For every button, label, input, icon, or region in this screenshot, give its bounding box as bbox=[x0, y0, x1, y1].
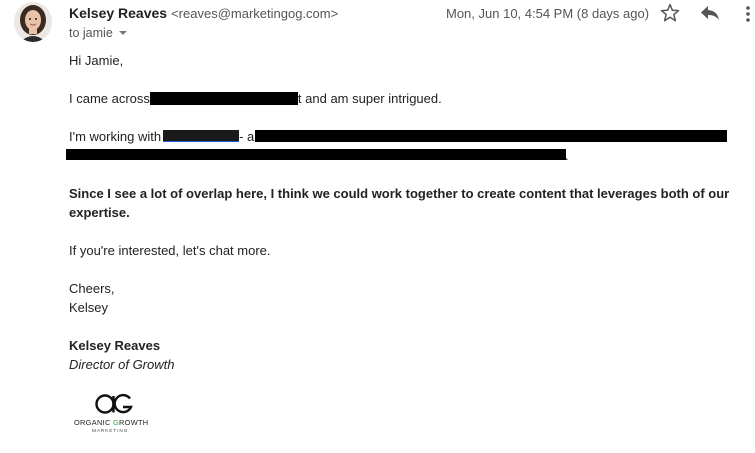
star-icon bbox=[660, 3, 680, 22]
email-date: Mon, Jun 10, 4:54 PM (8 days ago) bbox=[446, 6, 650, 21]
svg-text:ORGANIC GROWTH: ORGANIC GROWTH bbox=[74, 418, 148, 427]
avatar[interactable] bbox=[14, 2, 52, 42]
sender-name[interactable]: Kelsey Reaves bbox=[69, 5, 167, 21]
signature-title: Director of Growth bbox=[69, 357, 175, 372]
body-line-1-end: t and am super intrigued. bbox=[297, 91, 442, 106]
highlight-line-1: Since I see a lot of overlap here, I thi… bbox=[69, 186, 730, 201]
signoff-line-1: Cheers, bbox=[69, 281, 115, 296]
email-view: Kelsey Reaves <reaves@marketingog.com> Mo… bbox=[0, 0, 755, 453]
organic-growth-logo: ORGANIC GROWTH MARKETING bbox=[74, 393, 148, 433]
svg-text:MARKETING: MARKETING bbox=[92, 428, 128, 433]
avatar-image bbox=[14, 2, 52, 42]
sender-email: <reaves@marketingog.com> bbox=[171, 6, 339, 21]
redaction-bar bbox=[255, 130, 727, 142]
highlight-line-2: expertise. bbox=[69, 205, 130, 220]
company-logo[interactable]: ORGANIC GROWTH MARKETING bbox=[74, 390, 156, 434]
more-options-button[interactable] bbox=[744, 4, 752, 24]
reply-button[interactable] bbox=[699, 4, 721, 22]
body-line-2-dash: - a bbox=[239, 129, 255, 144]
greeting: Hi Jamie, bbox=[69, 53, 124, 68]
invite-line: If you're interested, let's chat more. bbox=[69, 243, 271, 258]
body-line-2-start: I'm working with bbox=[69, 129, 162, 144]
chevron-down-icon bbox=[118, 31, 127, 35]
signature-name: Kelsey Reaves bbox=[69, 338, 161, 353]
more-vert-icon bbox=[746, 6, 750, 22]
redaction-bar bbox=[150, 92, 298, 105]
body-line-1-start: I came across bbox=[69, 91, 150, 106]
signoff-line-2: Kelsey bbox=[69, 300, 109, 315]
sender-row: Kelsey Reaves <reaves@marketingog.com> bbox=[69, 5, 338, 21]
redacted-link[interactable] bbox=[163, 130, 239, 142]
body-line-2-end: . bbox=[565, 148, 569, 163]
star-button[interactable] bbox=[660, 3, 680, 23]
recipient-label: to jamie bbox=[69, 26, 113, 40]
recipients-toggle[interactable]: to jamie bbox=[69, 26, 127, 40]
redaction-bar bbox=[66, 149, 566, 160]
reply-icon bbox=[701, 6, 719, 20]
